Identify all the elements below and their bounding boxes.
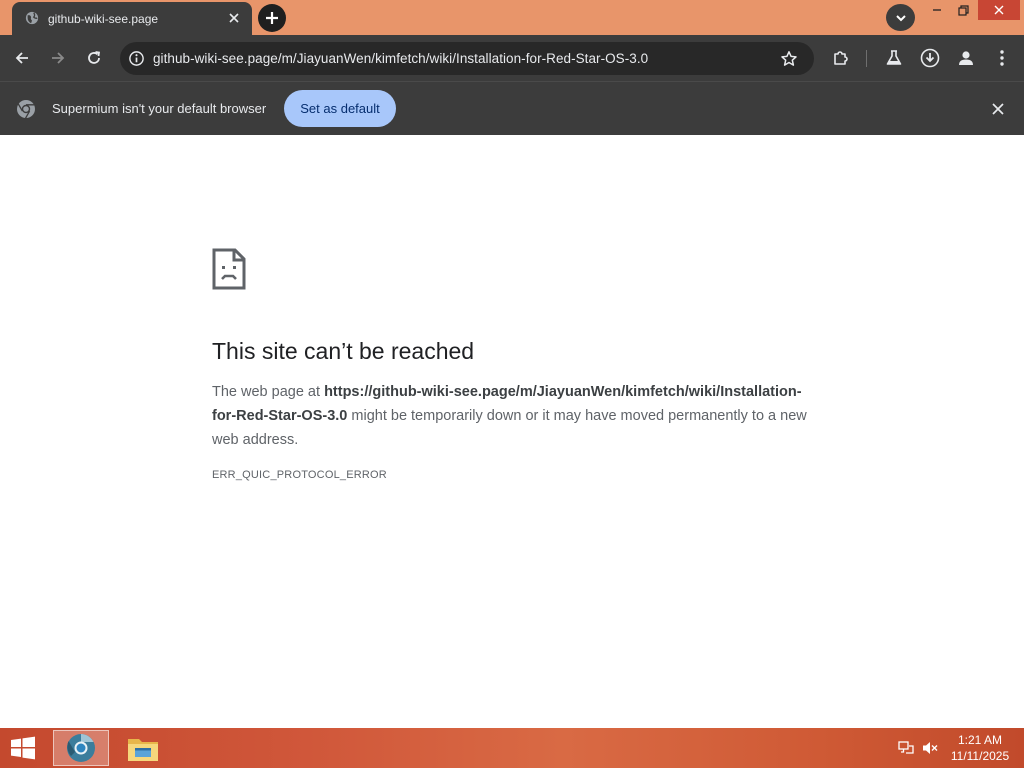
reload-icon <box>88 51 101 64</box>
toolbar-separator <box>866 50 867 67</box>
chevron-down-icon <box>895 14 906 21</box>
folder-icon <box>128 739 158 761</box>
tab-close-icon[interactable] <box>226 10 242 26</box>
network-icon[interactable] <box>898 740 914 756</box>
window-close-button[interactable] <box>978 0 1020 20</box>
set-as-default-button[interactable]: Set as default <box>284 90 396 127</box>
clock-date: 11/11/2025 <box>950 749 1010 763</box>
downloads-button[interactable] <box>919 47 941 69</box>
menu-button[interactable] <box>991 47 1013 69</box>
tab-search-button[interactable] <box>886 4 915 31</box>
window-close-icon <box>994 5 1004 15</box>
labs-flask-icon <box>886 50 902 65</box>
new-tab-button[interactable] <box>258 4 286 32</box>
back-arrow-icon <box>15 52 28 64</box>
download-icon <box>920 48 940 68</box>
browser-app-icon <box>67 734 95 762</box>
taskbar-file-explorer[interactable] <box>115 730 171 766</box>
default-browser-infobar: Supermium isn't your default browser Set… <box>0 81 1024 135</box>
browser-tab[interactable]: github-wiki-see.page <box>12 2 252 35</box>
sad-page-icon <box>212 248 246 290</box>
error-body-prefix: The web page at <box>212 384 325 400</box>
system-clock[interactable]: 1:21 AM 11/11/2025 <box>944 732 1016 764</box>
forward-arrow-icon <box>52 52 65 64</box>
speaker-muted-icon[interactable] <box>922 740 938 756</box>
reload-button[interactable] <box>83 47 105 69</box>
kebab-menu-icon <box>1000 50 1004 66</box>
restore-button[interactable] <box>950 0 976 20</box>
minimize-button[interactable] <box>924 0 950 20</box>
extensions-button[interactable] <box>830 47 852 69</box>
plus-icon <box>266 12 278 24</box>
infobar-message: Supermium isn't your default browser <box>52 101 267 116</box>
restore-icon <box>957 4 969 16</box>
labs-button[interactable] <box>883 47 905 69</box>
info-icon[interactable] <box>128 50 145 67</box>
chrome-logo-icon <box>17 100 35 119</box>
minimize-icon <box>933 9 941 11</box>
extensions-icon <box>834 51 848 65</box>
globe-icon <box>25 11 39 25</box>
start-button[interactable] <box>6 734 40 762</box>
address-bar[interactable]: github-wiki-see.page/m/JiayuanWen/kimfet… <box>120 42 814 75</box>
tab-title: github-wiki-see.page <box>48 12 159 26</box>
clock-time: 1:21 AM <box>957 733 1003 747</box>
close-icon[interactable] <box>990 101 1006 117</box>
profile-icon <box>959 51 973 65</box>
error-code[interactable]: ERR_QUIC_PROTOCOL_ERROR <box>212 469 387 481</box>
windows-logo-icon <box>11 736 35 760</box>
error-description: The web page at https://github-wiki-see.… <box>212 380 812 452</box>
taskbar: 1:21 AM 11/11/2025 <box>0 728 1024 768</box>
error-title: This site can’t be reached <box>212 338 475 364</box>
forward-button[interactable] <box>47 47 69 69</box>
browser-toolbar: github-wiki-see.page/m/JiayuanWen/kimfet… <box>0 35 1024 81</box>
star-icon[interactable] <box>780 50 798 68</box>
title-bar: github-wiki-see.page <box>0 0 1024 35</box>
url-text[interactable]: github-wiki-see.page/m/JiayuanWen/kimfet… <box>153 51 648 66</box>
page-content: This site can’t be reached The web page … <box>0 135 1024 728</box>
profile-button[interactable] <box>955 47 977 69</box>
back-button[interactable] <box>11 47 33 69</box>
taskbar-browser-app[interactable] <box>53 730 109 766</box>
